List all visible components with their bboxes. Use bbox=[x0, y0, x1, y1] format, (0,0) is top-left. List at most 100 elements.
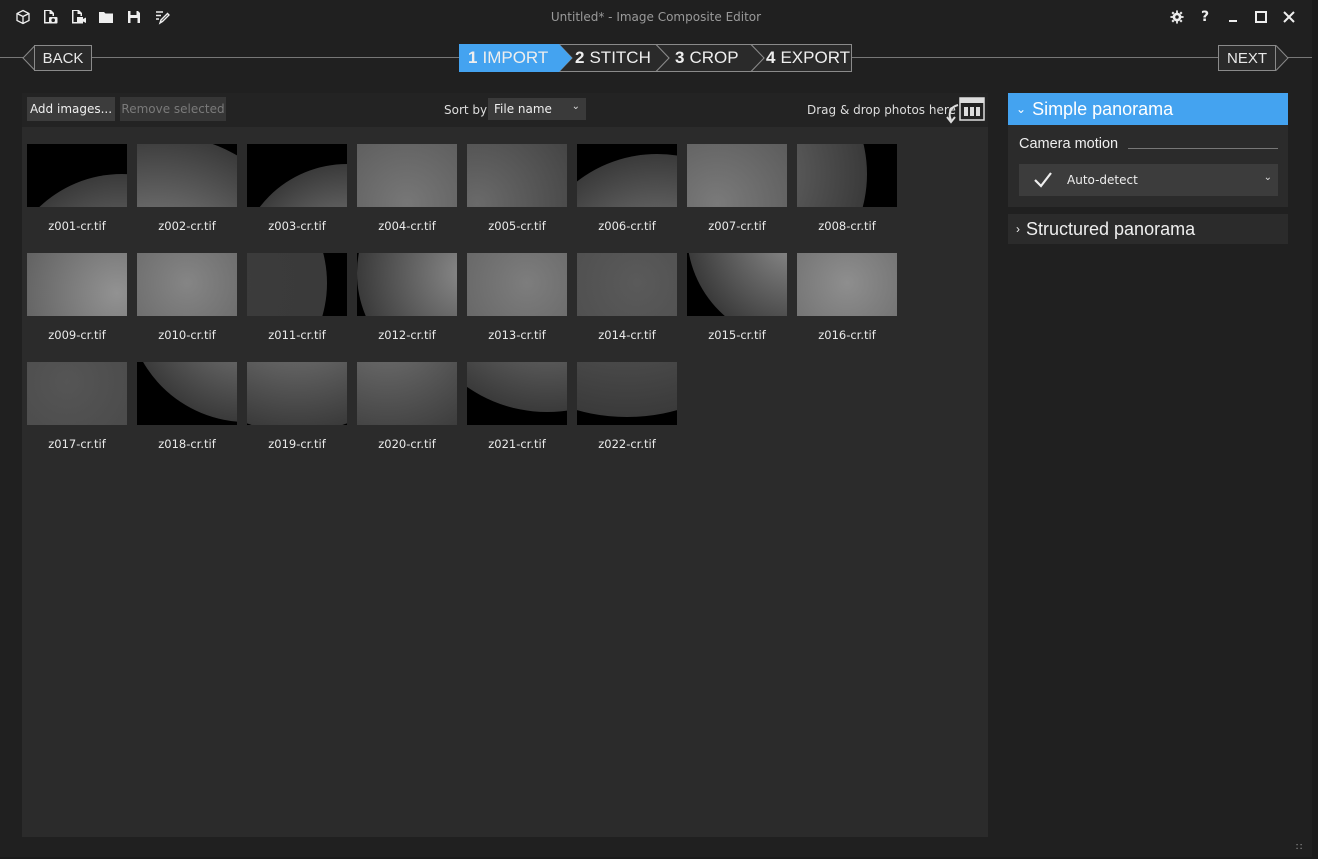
tab-export[interactable]: 4 EXPORT bbox=[766, 44, 850, 72]
thumbnail-image bbox=[797, 144, 897, 207]
divider bbox=[1128, 148, 1278, 149]
close-icon[interactable] bbox=[1278, 7, 1300, 27]
thumbnail-image bbox=[577, 362, 677, 425]
camera-motion-label: Camera motion bbox=[1019, 136, 1119, 152]
tab-crop[interactable]: 3 CROP bbox=[675, 44, 739, 72]
thumbnail-image bbox=[27, 362, 127, 425]
thumbnail-label: z019-cr.tif bbox=[268, 437, 326, 451]
image-thumbnail[interactable]: z018-cr.tif bbox=[137, 362, 237, 451]
thumbnail-label: z013-cr.tif bbox=[488, 328, 546, 342]
thumbnail-image bbox=[467, 144, 567, 207]
simple-panorama-header[interactable]: ⌄ Simple panorama bbox=[1008, 93, 1288, 125]
check-icon bbox=[1034, 172, 1052, 188]
thumbnail-label: z001-cr.tif bbox=[48, 219, 106, 233]
image-thumbnail[interactable]: z009-cr.tif bbox=[27, 253, 127, 342]
image-thumbnail[interactable]: z011-cr.tif bbox=[247, 253, 347, 342]
thumbnail-image bbox=[137, 362, 237, 425]
image-thumbnail[interactable]: z004-cr.tif bbox=[357, 144, 457, 233]
thumbnail-label: z008-cr.tif bbox=[818, 219, 876, 233]
thumbnail-label: z015-cr.tif bbox=[708, 328, 766, 342]
thumbnail-label: z012-cr.tif bbox=[378, 328, 436, 342]
thumbnail-label: z017-cr.tif bbox=[48, 437, 106, 451]
image-thumbnail[interactable]: z008-cr.tif bbox=[797, 144, 897, 233]
thumbnail-label: z022-cr.tif bbox=[598, 437, 656, 451]
thumbnail-image bbox=[27, 144, 127, 207]
thumbnail-image bbox=[467, 253, 567, 316]
thumbnail-label: z005-cr.tif bbox=[488, 219, 546, 233]
image-thumbnail[interactable]: z007-cr.tif bbox=[687, 144, 787, 233]
thumbnail-label: z009-cr.tif bbox=[48, 328, 106, 342]
image-thumbnail[interactable]: z017-cr.tif bbox=[27, 362, 127, 451]
sort-select[interactable]: File name ⌄ bbox=[488, 98, 586, 120]
image-thumbnail[interactable]: z002-cr.tif bbox=[137, 144, 237, 233]
thumbnail-label: z006-cr.tif bbox=[598, 219, 656, 233]
image-thumbnail[interactable]: z015-cr.tif bbox=[687, 253, 787, 342]
thumbnail-label: z002-cr.tif bbox=[158, 219, 216, 233]
image-thumbnail[interactable]: z016-cr.tif bbox=[797, 253, 897, 342]
simple-panorama-body: Camera motion Auto-detect ⌄ bbox=[1008, 125, 1288, 207]
thumbnail-image bbox=[357, 253, 457, 316]
title-bar: Untitled* - Image Composite Editor ? bbox=[0, 0, 1312, 34]
image-thumbnail[interactable]: z013-cr.tif bbox=[467, 253, 567, 342]
structured-panorama-header[interactable]: › Structured panorama bbox=[1008, 214, 1288, 244]
chevron-down-icon: ⌄ bbox=[1016, 102, 1027, 116]
thumbnail-label: z014-cr.tif bbox=[598, 328, 656, 342]
resize-grip-icon[interactable]: ∷ bbox=[1296, 842, 1302, 853]
minimize-icon[interactable] bbox=[1222, 7, 1244, 27]
image-toolbar: Add images... Remove selected Sort by Fi… bbox=[22, 93, 988, 127]
thumbnail-label: z011-cr.tif bbox=[268, 328, 326, 342]
thumbnail-image bbox=[247, 362, 347, 425]
tab-stitch[interactable]: 2 STITCH bbox=[575, 44, 651, 72]
thumbnail-image bbox=[357, 362, 457, 425]
thumbnail-image bbox=[137, 253, 237, 316]
thumbnail-image bbox=[137, 144, 237, 207]
help-icon[interactable]: ? bbox=[1194, 7, 1216, 27]
chevron-down-icon: ⌄ bbox=[1263, 172, 1272, 183]
next-arrow-icon bbox=[1276, 45, 1289, 71]
settings-icon[interactable] bbox=[1166, 7, 1188, 27]
image-thumbnail[interactable]: z010-cr.tif bbox=[137, 253, 237, 342]
image-thumbnail[interactable]: z006-cr.tif bbox=[577, 144, 677, 233]
window-title: Untitled* - Image Composite Editor bbox=[550, 10, 762, 24]
thumbnail-label: z021-cr.tif bbox=[488, 437, 546, 451]
drop-hint: Drag & drop photos here bbox=[807, 103, 956, 117]
next-button[interactable]: NEXT bbox=[1218, 45, 1276, 71]
drag-drop-icon bbox=[946, 97, 985, 124]
thumbnail-label: z007-cr.tif bbox=[708, 219, 766, 233]
thumbnail-image bbox=[27, 253, 127, 316]
thumbnail-label: z016-cr.tif bbox=[818, 328, 876, 342]
remove-selected-button[interactable]: Remove selected bbox=[120, 97, 226, 121]
thumbnail-label: z010-cr.tif bbox=[158, 328, 216, 342]
image-thumbnail[interactable]: z003-cr.tif bbox=[247, 144, 347, 233]
thumbnail-label: z020-cr.tif bbox=[378, 437, 436, 451]
thumbnail-image bbox=[357, 144, 457, 207]
thumbnail-image bbox=[797, 253, 897, 316]
thumbnail-image bbox=[247, 253, 347, 316]
maximize-icon[interactable] bbox=[1250, 7, 1272, 27]
image-thumbnail[interactable]: z005-cr.tif bbox=[467, 144, 567, 233]
image-list-panel: Add images... Remove selected Sort by Fi… bbox=[22, 93, 988, 837]
thumbnail-label: z018-cr.tif bbox=[158, 437, 216, 451]
image-thumbnail[interactable]: z014-cr.tif bbox=[577, 253, 677, 342]
image-thumbnail[interactable]: z022-cr.tif bbox=[577, 362, 677, 451]
chevron-down-icon: ⌄ bbox=[571, 101, 580, 112]
image-thumbnail[interactable]: z012-cr.tif bbox=[357, 253, 457, 342]
add-images-button[interactable]: Add images... bbox=[27, 97, 115, 121]
app-window: Untitled* - Image Composite Editor ? BAC… bbox=[0, 0, 1312, 857]
image-thumbnail[interactable]: z020-cr.tif bbox=[357, 362, 457, 451]
thumbnail-label: z003-cr.tif bbox=[268, 219, 326, 233]
sort-label: Sort by bbox=[444, 103, 488, 117]
chevron-right-icon: › bbox=[1016, 222, 1020, 236]
tab-import[interactable]: 1 IMPORT bbox=[468, 44, 548, 72]
image-thumbnail[interactable]: z019-cr.tif bbox=[247, 362, 347, 451]
thumbnail-image bbox=[687, 253, 787, 316]
thumbnail-image bbox=[467, 362, 567, 425]
image-thumbnail[interactable]: z001-cr.tif bbox=[27, 144, 127, 233]
thumbnail-image bbox=[577, 144, 677, 207]
image-thumbnail[interactable]: z021-cr.tif bbox=[467, 362, 567, 451]
camera-motion-select[interactable]: Auto-detect ⌄ bbox=[1019, 164, 1278, 196]
back-button[interactable]: BACK bbox=[34, 45, 92, 71]
thumbnail-image bbox=[247, 144, 347, 207]
thumbnail-image bbox=[687, 144, 787, 207]
thumbnail-label: z004-cr.tif bbox=[378, 219, 436, 233]
